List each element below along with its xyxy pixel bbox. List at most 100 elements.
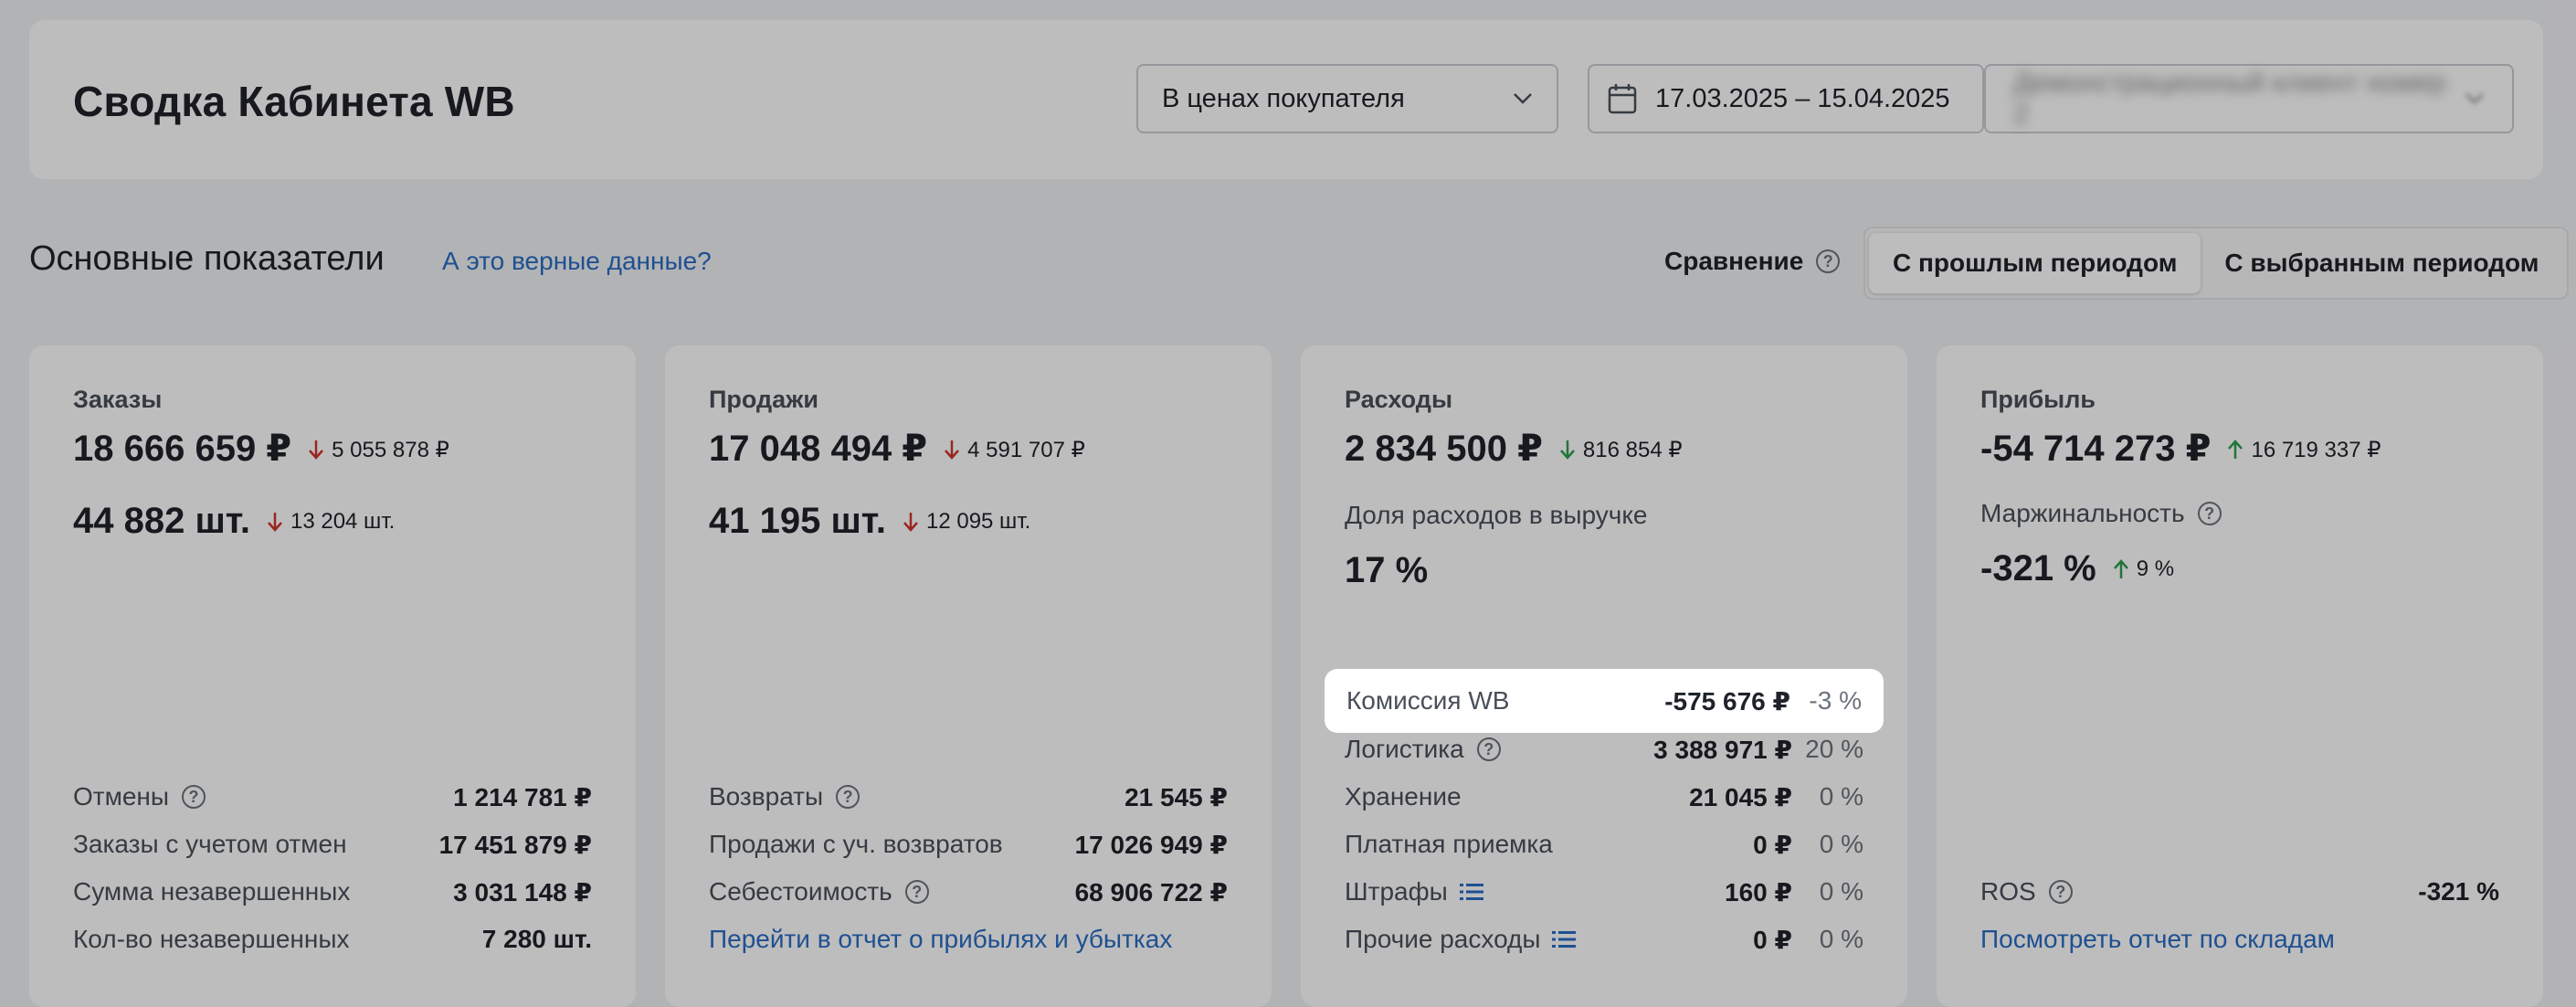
- arrow-down-icon: [945, 440, 960, 460]
- expenses-amount-delta: 816 854 ₽: [1559, 437, 1683, 463]
- list-icon[interactable]: [1459, 882, 1484, 902]
- help-icon[interactable]: ?: [182, 785, 206, 809]
- delta-value: 816 854 ₽: [1582, 437, 1683, 462]
- date-range-picker[interactable]: 17.03.2025 – 15.04.2025: [1588, 64, 1984, 133]
- compare-prev-period-button[interactable]: С прошлым периодом: [1869, 233, 2201, 293]
- expenses-amount: 2 834 500 ₽: [1345, 429, 1543, 469]
- row-value: -321 %: [2418, 877, 2499, 906]
- sales-amount-row: 17 048 494 ₽ 4 591 707 ₽: [709, 428, 1085, 470]
- profit-card: Прибыль -54 714 273 ₽ 16 719 337 ₽ Маржи…: [1937, 345, 2543, 1007]
- warehouse-report-link[interactable]: Посмотреть отчет по складам: [1980, 925, 2335, 954]
- row-label: Платная приемка: [1345, 830, 1553, 858]
- list-item: Продажи с уч. возвратов 17 026 949 ₽: [709, 821, 1228, 868]
- row-label: Заказы с учетом отмен: [73, 830, 347, 858]
- margin-label-text: Маржинальность: [1980, 499, 2185, 527]
- row-percent: 0 %: [1819, 925, 1863, 953]
- orders-amount-row: 18 666 659 ₽ 5 055 878 ₽: [73, 428, 449, 470]
- delta-value: 4 591 707 ₽: [967, 437, 1085, 462]
- expenses-amount-row: 2 834 500 ₽ 816 854 ₽: [1345, 428, 1683, 470]
- row-value: 7 280 шт.: [481, 925, 592, 953]
- verify-data-link[interactable]: А это верные данные?: [442, 247, 712, 276]
- row-value: 21 545 ₽: [1124, 782, 1228, 811]
- margin-value: -321 %: [1980, 548, 2096, 588]
- header-bar: Сводка Кабинета WB В ценах покупателя 17…: [29, 20, 2543, 179]
- list-item: Сумма незавершенных 3 031 148 ₽: [73, 868, 592, 916]
- row-value: 3 388 971 ₽: [1653, 735, 1792, 764]
- chevron-down-icon: [2465, 93, 2484, 104]
- card-label: Продажи: [709, 386, 818, 413]
- margin-label: Маржинальность ?: [1980, 499, 2222, 528]
- list-item: Платная приемка 0 ₽ 0 %: [1345, 821, 1863, 868]
- sales-card: Продажи 17 048 494 ₽ 4 591 707 ₽ 41 195 …: [665, 345, 1272, 1007]
- row-label: Штрафы: [1345, 877, 1448, 906]
- price-mode-select[interactable]: В ценах покупателя: [1136, 64, 1558, 133]
- price-mode-value: В ценах покупателя: [1162, 83, 1405, 113]
- orders-card: Заказы 18 666 659 ₽ 5 055 878 ₽ 44 882 ш…: [29, 345, 636, 1007]
- row-value: 68 906 722 ₽: [1074, 877, 1228, 906]
- row-label: Кол-во незавершенных: [73, 925, 350, 953]
- row-percent: 0 %: [1819, 877, 1863, 906]
- orders-count: 44 882 шт.: [73, 501, 250, 541]
- expense-share-label: Доля расходов в выручке: [1345, 501, 1648, 529]
- row-value: 21 045 ₽: [1689, 782, 1792, 811]
- row-label: Сумма незавершенных: [73, 877, 351, 906]
- orders-amount: 18 666 659 ₽: [73, 429, 292, 469]
- margin-delta: 9 %: [2113, 556, 2174, 582]
- profit-amount: -54 714 273 ₽: [1980, 429, 2212, 469]
- compare-toggle: С прошлым периодом С выбранным периодом: [1863, 227, 2569, 300]
- calendar-icon: [1608, 84, 1637, 114]
- pnl-report-link[interactable]: Перейти в отчет о прибылях и убытках: [709, 925, 1172, 954]
- list-item: Прочие расходы 0 ₽ 0 %: [1345, 916, 1863, 963]
- list-item: Штрафы 160 ₽ 0 %: [1345, 868, 1863, 916]
- profit-amount-row: -54 714 273 ₽ 16 719 337 ₽: [1980, 428, 2381, 470]
- row-label: Логистика: [1345, 735, 1464, 763]
- list-item: Хранение 21 045 ₽ 0 %: [1345, 773, 1863, 821]
- row-label: Себестоимость: [709, 877, 892, 906]
- chevron-down-icon: [1514, 93, 1532, 104]
- row-label: Продажи с уч. возвратов: [709, 830, 1003, 858]
- client-value: Демонстрационный клиент номер 2: [2013, 68, 2446, 129]
- row-value: 0 ₽: [1753, 925, 1792, 954]
- arrow-up-icon: [2113, 559, 2128, 578]
- sales-count: 41 195 шт.: [709, 501, 886, 541]
- highlighted-commission-row[interactable]: Комиссия WB -575 676 ₽ -3 %: [1325, 669, 1884, 733]
- help-icon[interactable]: ?: [1816, 249, 1841, 273]
- arrow-up-icon: [2228, 440, 2243, 459]
- row-percent: 20 %: [1805, 735, 1863, 763]
- row-value: -575 676 ₽: [1664, 686, 1790, 716]
- orders-count-row: 44 882 шт. 13 204 шт.: [73, 501, 395, 542]
- row-value: 1 214 781 ₽: [453, 782, 592, 811]
- help-icon[interactable]: ?: [1476, 737, 1501, 761]
- delta-value: 5 055 878 ₽: [332, 437, 449, 462]
- sales-amount: 17 048 494 ₽: [709, 429, 928, 469]
- row-value: 3 031 148 ₽: [453, 877, 592, 906]
- help-icon[interactable]: ?: [2197, 502, 2222, 525]
- arrow-down-icon: [903, 513, 918, 532]
- card-label: Заказы: [73, 386, 163, 413]
- orders-count-delta: 13 204 шт.: [267, 509, 395, 535]
- row-value: 160 ₽: [1725, 877, 1792, 906]
- delta-value: 16 719 337 ₽: [2251, 437, 2381, 462]
- delta-value: 13 204 шт.: [290, 509, 396, 534]
- delta-value: 9 %: [2136, 556, 2175, 581]
- section-title: Основные показатели: [29, 239, 385, 278]
- card-label: Прибыль: [1980, 386, 2096, 413]
- row-label: Хранение: [1345, 782, 1462, 811]
- compare-label-text: Сравнение: [1664, 247, 1804, 275]
- row-label: Отмены: [73, 782, 170, 811]
- help-icon[interactable]: ?: [836, 785, 860, 809]
- list-icon[interactable]: [1551, 929, 1577, 949]
- list-item: Себестоимость? 68 906 722 ₽: [709, 868, 1228, 916]
- help-icon[interactable]: ?: [904, 880, 929, 904]
- client-select[interactable]: Демонстрационный клиент номер 2: [1984, 64, 2514, 133]
- row-label: ROS: [1980, 877, 2036, 906]
- row-percent: 0 %: [1819, 782, 1863, 811]
- sales-amount-delta: 4 591 707 ₽: [944, 437, 1085, 463]
- row-value: 17 026 949 ₽: [1074, 830, 1228, 859]
- profit-amount-delta: 16 719 337 ₽: [2227, 437, 2381, 463]
- sales-count-delta: 12 095 шт.: [903, 509, 1030, 535]
- row-label: Комиссия WB: [1346, 686, 1510, 715]
- compare-selected-period-button[interactable]: С выбранным периодом: [2201, 233, 2562, 293]
- help-icon[interactable]: ?: [2048, 880, 2073, 904]
- compare-label: Сравнение ?: [1664, 247, 1841, 276]
